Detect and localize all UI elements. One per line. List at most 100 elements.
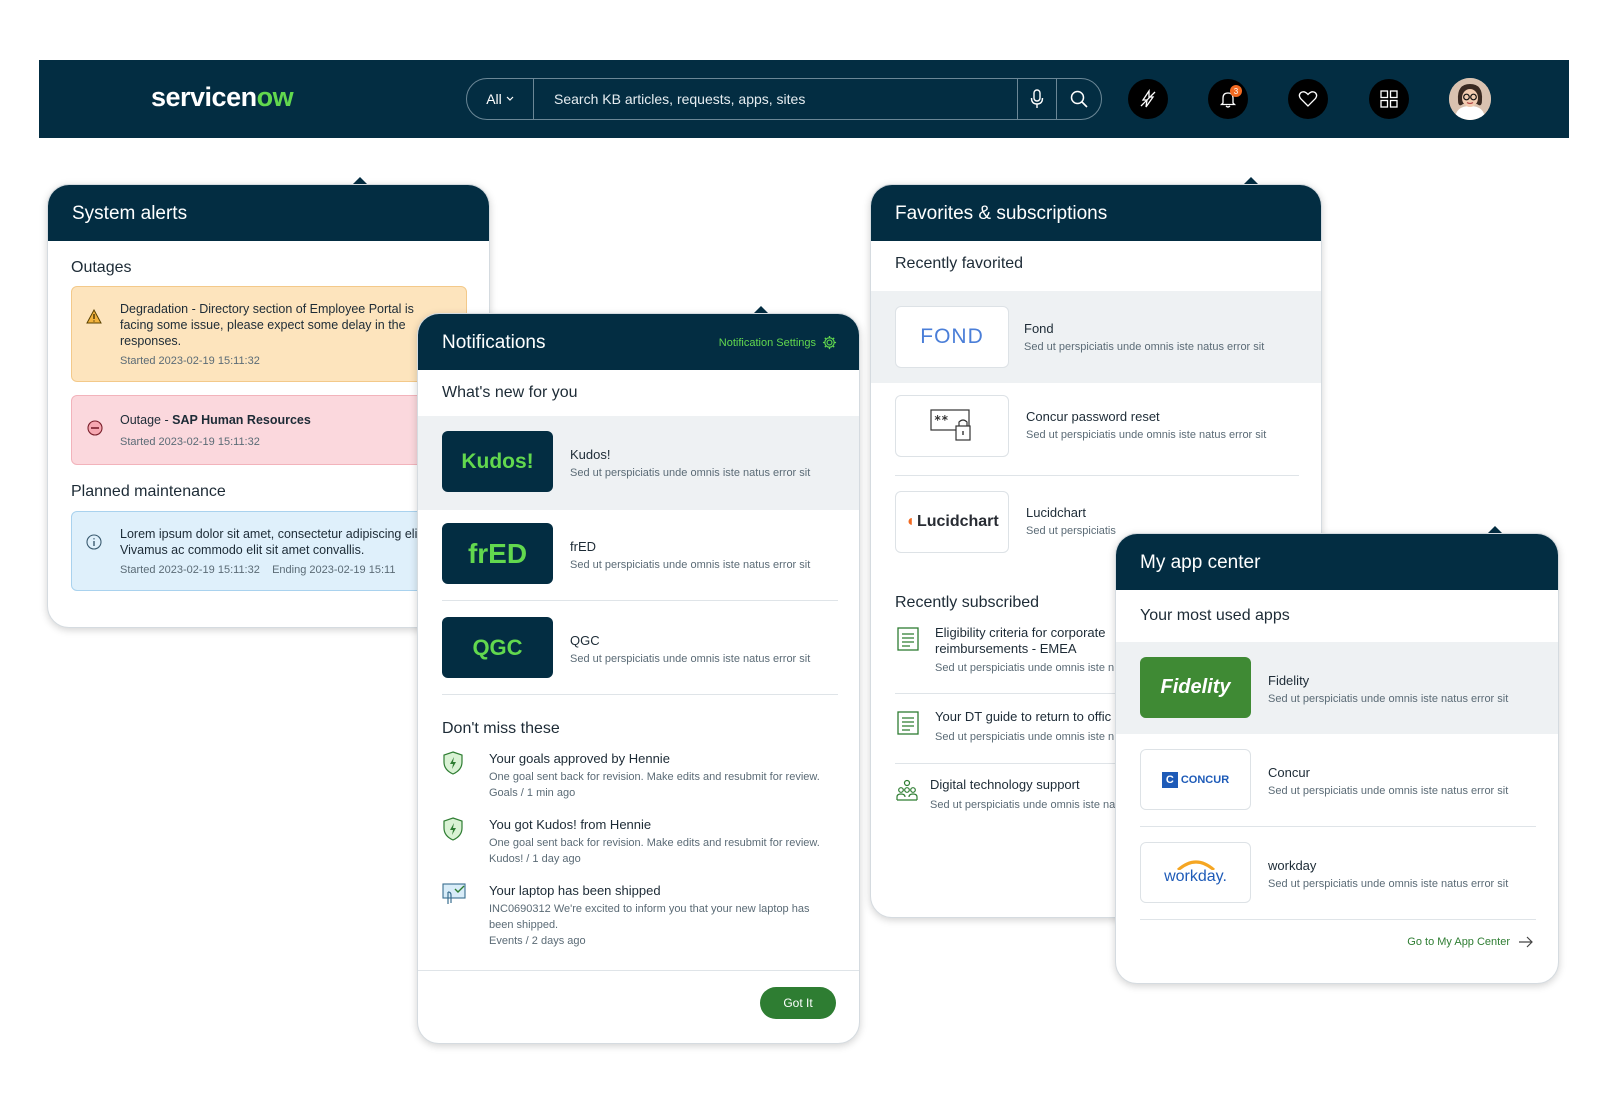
divider [442, 600, 838, 601]
favorite-title: Concur password reset [1026, 409, 1160, 424]
qgc-tile: QGC [442, 617, 553, 678]
notification-row-fred[interactable]: frED frED Sed ut perspiciatis unde omnis… [418, 523, 859, 587]
app-title: Concur [1268, 765, 1310, 780]
go-to-app-center-link[interactable]: Go to My App Center [1407, 936, 1534, 948]
subscribed-title-line2: reimbursements - EMEA [935, 641, 1077, 656]
recently-favorited-title: Recently favorited [895, 255, 1024, 272]
notification-bell-button[interactable]: 3 [1208, 79, 1248, 119]
search-scope-dropdown[interactable]: All [467, 79, 534, 119]
gear-icon [822, 335, 837, 350]
password-lock-icon: ** [895, 395, 1009, 457]
notification-settings-link[interactable]: Notification Settings [719, 335, 837, 350]
app-title: Fidelity [1268, 673, 1310, 688]
notification-item-desc: Sed ut perspiciatis unde omnis iste natu… [570, 653, 811, 665]
lightning-icon[interactable] [1128, 79, 1168, 119]
go-to-app-center-label: Go to My App Center [1407, 936, 1510, 948]
notifications-title: Notifications [442, 332, 546, 353]
lucidchart-logo: ◖ Lucidchart [895, 491, 1009, 553]
notification-item-title: QGC [570, 633, 600, 648]
favorite-row-concur-reset[interactable]: ** Concur password reset Sed ut perspici… [871, 395, 1321, 467]
most-used-apps-title: Your most used apps [1140, 607, 1290, 624]
microphone-icon[interactable] [1017, 79, 1057, 119]
laptop-shipped-icon [442, 883, 466, 904]
dont-miss-desc: One goal sent back for revision. Make ed… [489, 837, 820, 849]
app-center-header: My app center [1116, 534, 1558, 590]
notification-item-title: Kudos! [570, 447, 611, 462]
shield-icon [443, 817, 463, 841]
subscribed-desc: Sed ut perspiciatis unde omnis iste na [930, 799, 1116, 811]
notification-count-badge: 3 [1230, 85, 1242, 97]
planned-maintenance-title: Planned maintenance [71, 483, 226, 500]
notifications-panel: Notifications Notification Settings What… [417, 313, 860, 1044]
notification-item-desc: Sed ut perspiciatis unde omnis iste natu… [570, 467, 811, 479]
maintenance-alert-line2: Vivamus ac commodo elit sit amet convall… [120, 543, 365, 557]
arrow-right-icon [1519, 936, 1533, 948]
search-icon[interactable] [1057, 79, 1101, 119]
dont-miss-title-text: Your goals approved by Hennie [489, 751, 670, 766]
app-desc: Sed ut perspiciatis unde omnis iste natu… [1268, 878, 1509, 890]
document-icon [897, 627, 919, 651]
recently-subscribed-title: Recently subscribed [895, 594, 1040, 611]
divider [418, 970, 859, 971]
system-alerts-header: System alerts [48, 185, 489, 241]
dont-miss-row[interactable]: Your goals approved by Hennie One goal s… [442, 751, 842, 807]
fidelity-logo: Fidelity [1140, 657, 1251, 718]
app-row-concur[interactable]: C CONCUR Concur Sed ut perspiciatis unde … [1116, 749, 1558, 813]
svg-text:**: ** [934, 413, 948, 427]
app-title: workday [1268, 858, 1317, 873]
fred-tile: frED [442, 523, 553, 584]
favorite-row-fond[interactable]: FOND Fond Sed ut perspiciatis unde omnis… [871, 291, 1321, 383]
kudos-tile: Kudos! [442, 431, 553, 492]
global-search-bar: All [466, 78, 1102, 120]
whats-new-title: What's new for you [442, 384, 578, 401]
dont-miss-meta: Kudos! / 1 day ago [489, 853, 581, 865]
divider [1140, 919, 1536, 920]
dont-miss-row[interactable]: Your laptop has been shipped INC0690312 … [442, 883, 842, 955]
concur-logo: C CONCUR [1140, 749, 1251, 810]
dont-miss-desc-line1: INC0690312 We're excited to inform you t… [489, 903, 810, 915]
divider [1140, 826, 1536, 827]
info-icon [86, 534, 102, 550]
favorite-title: Fond [1024, 321, 1054, 336]
outage-alert[interactable]: Outage - SAP Human Resources Started 202… [71, 395, 467, 465]
shield-icon [443, 751, 463, 775]
outage-alert-start: Started 2023-02-19 15:11:32 [120, 436, 260, 448]
favorites-header: Favorites & subscriptions [871, 185, 1321, 241]
panel-pointer [1488, 526, 1502, 533]
notification-row-qgc[interactable]: QGC QGC Sed ut perspiciatis unde omnis i… [418, 617, 859, 681]
app-center-panel: My app center Your most used apps Fideli… [1115, 533, 1559, 984]
subscribed-title-line1: Eligibility criteria for corporate [935, 625, 1106, 640]
team-icon [896, 779, 918, 801]
maintenance-alert[interactable]: Lorem ipsum dolor sit amet, consectetur … [71, 511, 467, 591]
degradation-alert-start: Started 2023-02-19 15:11:32 [120, 355, 260, 367]
favorite-desc: Sed ut perspiciatis unde omnis iste natu… [1024, 341, 1265, 353]
got-it-button[interactable]: Got It [760, 987, 836, 1019]
document-icon [897, 711, 919, 735]
fond-logo: FOND [895, 306, 1009, 368]
favorite-desc: Sed ut perspiciatis unde omnis iste natu… [1026, 429, 1267, 441]
app-grid-icon[interactable] [1369, 79, 1409, 119]
maintenance-alert-times: Started 2023-02-19 15:11:32 Ending 2023-… [120, 564, 396, 576]
degradation-alert[interactable]: Degradation - Directory section of Emplo… [71, 286, 467, 382]
dont-miss-desc-line2: been shipped. [489, 919, 559, 931]
user-avatar[interactable] [1449, 78, 1491, 120]
app-row-fidelity[interactable]: Fidelity Fidelity Sed ut perspiciatis un… [1116, 642, 1558, 734]
app-row-workday[interactable]: workday. workday Sed ut perspiciatis und… [1116, 842, 1558, 906]
subscribed-desc: Sed ut perspiciatis unde omnis iste n [935, 662, 1115, 674]
notification-item-title: frED [570, 539, 596, 554]
notification-settings-label: Notification Settings [718, 336, 816, 349]
heart-icon[interactable] [1288, 79, 1328, 119]
divider [895, 475, 1299, 476]
dont-miss-desc: One goal sent back for revision. Make ed… [489, 771, 820, 783]
panel-pointer [754, 306, 768, 313]
maintenance-alert-line1: Lorem ipsum dolor sit amet, consectetur … [120, 527, 418, 541]
servicenow-logo[interactable]: servicenow [151, 82, 294, 113]
dont-miss-title: Don't miss these [442, 720, 560, 737]
app-desc: Sed ut perspiciatis unde omnis iste natu… [1268, 785, 1509, 797]
notification-row-kudos[interactable]: Kudos! Kudos! Sed ut perspiciatis unde o… [418, 416, 859, 510]
notification-item-desc: Sed ut perspiciatis unde omnis iste natu… [570, 559, 811, 571]
warning-icon [86, 309, 102, 324]
search-scope-label: All [486, 91, 502, 107]
dont-miss-row[interactable]: You got Kudos! from Hennie One goal sent… [442, 817, 842, 873]
search-input[interactable] [535, 79, 1017, 119]
